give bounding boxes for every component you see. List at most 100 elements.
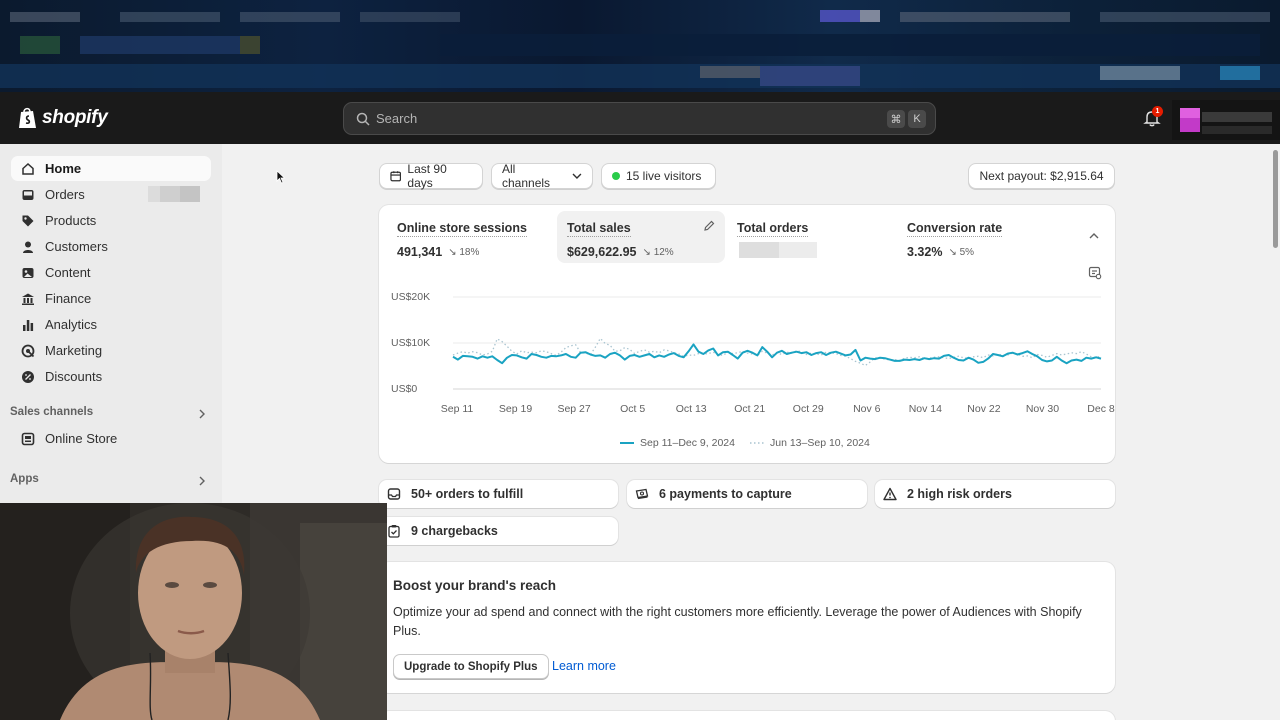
sidebar-item-label: Home <box>45 161 82 176</box>
legend-dotted-line-icon <box>750 442 764 444</box>
channels-dropdown[interactable]: All channels <box>491 162 593 190</box>
learn-more-link[interactable]: Learn more <box>552 659 616 673</box>
bank-icon <box>22 293 34 305</box>
next-payout-button[interactable]: Next payout: $2,915.64 <box>968 163 1115 189</box>
sidebar-item-label: Finance <box>45 291 92 306</box>
x-tick-label: Nov 30 <box>1025 403 1060 415</box>
legend-label: Sep 11–Dec 9, 2024 <box>640 437 735 449</box>
clipboard-check-icon <box>388 525 400 538</box>
promo-card: Boost your brand's reach Optimize your a… <box>379 562 1115 693</box>
sidebar-item-customers[interactable]: Customers <box>11 234 211 259</box>
payments-to-capture-button[interactable]: 6 payments to capture <box>627 480 867 508</box>
legend-previous[interactable]: Jun 13–Sep 10, 2024 <box>750 437 870 449</box>
sidebar-item-home[interactable]: Home <box>11 156 211 181</box>
analytics-card: Online store sessions 491,341 ↘ 18% Tota… <box>379 205 1115 463</box>
k-key: K <box>908 110 926 128</box>
live-visitors-label: 15 live visitors <box>626 169 702 183</box>
sidebar-item-label: Customers <box>45 239 108 254</box>
person-icon <box>23 241 33 253</box>
webcam-overlay <box>0 503 387 720</box>
x-tick-label: Sep 27 <box>557 403 591 415</box>
sales-channels-heading[interactable]: Sales channels <box>10 406 93 418</box>
inbox-icon <box>387 488 401 500</box>
home-icon <box>22 162 34 175</box>
series-line-current <box>452 343 1102 365</box>
x-tick-label: Nov 22 <box>967 403 1001 415</box>
search-icon <box>356 112 370 126</box>
sidebar-item-analytics[interactable]: Analytics <box>11 312 211 337</box>
webcam-person-image <box>0 503 387 720</box>
x-tick-label: Sep 19 <box>498 403 533 415</box>
live-visitors-button[interactable]: 15 live visitors <box>601 163 716 189</box>
live-indicator-dot <box>612 172 620 180</box>
task-label: 50+ orders to fulfill <box>411 487 524 501</box>
sidebar-item-label: Orders <box>45 187 85 202</box>
x-tick-label: Oct 5 <box>620 403 646 415</box>
calendar-icon <box>390 171 402 182</box>
orders-count-badge <box>148 186 200 202</box>
task-label: 9 chargebacks <box>411 524 498 538</box>
legend-label: Jun 13–Sep 10, 2024 <box>770 437 870 449</box>
discount-icon <box>22 370 34 383</box>
chevron-down-icon <box>572 173 582 179</box>
warning-triangle-icon <box>883 487 897 501</box>
shopify-bag-icon <box>19 107 36 128</box>
sidebar-item-marketing[interactable]: Marketing <box>11 338 211 363</box>
notification-badge: 1 <box>1152 106 1163 117</box>
legend-current[interactable]: Sep 11–Dec 9, 2024 <box>620 437 735 449</box>
task-label: 6 payments to capture <box>659 487 792 501</box>
chargebacks-button[interactable]: 9 chargebacks <box>379 517 618 545</box>
mouse-cursor-icon <box>276 170 286 184</box>
promo-title: Boost your brand's reach <box>393 578 556 593</box>
cash-icon <box>635 488 649 500</box>
sidebar-item-label: Products <box>45 213 97 228</box>
scrollbar-thumb[interactable] <box>1273 150 1278 248</box>
next-payout-label: Next payout: $2,915.64 <box>979 169 1104 183</box>
sidebar-item-label: Content <box>45 265 91 280</box>
x-tick-label: Dec 8 <box>1087 403 1115 415</box>
date-range-button[interactable]: Last 90 days <box>379 162 483 190</box>
sidebar-item-online-store[interactable]: Online Store <box>11 426 211 451</box>
task-label: 2 high risk orders <box>907 487 1012 501</box>
x-tick-label: Oct 21 <box>734 403 766 415</box>
search-placeholder: Search <box>376 111 418 126</box>
target-icon <box>21 344 35 357</box>
promo-body: Optimize your ad spend and connect with … <box>393 605 1082 638</box>
content-icon <box>22 267 34 278</box>
command-key: ⌘ <box>887 110 905 128</box>
sidebar-item-label: Online Store <box>45 431 118 446</box>
next-card <box>379 711 1115 720</box>
x-tick-label: Nov 14 <box>908 403 942 415</box>
shopify-logo[interactable]: shopify <box>18 106 108 130</box>
store-icon <box>21 432 35 445</box>
tag-icon <box>22 215 34 226</box>
chevron-right-icon[interactable] <box>198 409 206 419</box>
legend-solid-line-icon <box>620 442 634 444</box>
chevron-right-icon[interactable] <box>198 476 206 486</box>
upgrade-button[interactable]: Upgrade to Shopify Plus <box>393 654 549 679</box>
bar-chart-icon <box>23 319 34 331</box>
sidebar-item-label: Marketing <box>45 343 103 358</box>
sidebar-item-label: Analytics <box>45 317 98 332</box>
sidebar-item-discounts[interactable]: Discounts <box>11 364 211 389</box>
sidebar-item-label: Discounts <box>45 369 103 384</box>
top-bar: shopify Search ⌘ K 1 <box>0 92 1280 144</box>
x-tick-label: Oct 13 <box>675 403 707 415</box>
sidebar-item-content[interactable]: Content <box>11 260 211 285</box>
date-range-label: Last 90 days <box>407 162 447 190</box>
x-tick-label: Oct 29 <box>792 403 824 415</box>
apps-heading[interactable]: Apps <box>10 473 39 485</box>
app-name: shopify <box>42 107 108 128</box>
search-input[interactable]: Search ⌘ K <box>343 102 936 135</box>
inbox-icon <box>22 189 34 200</box>
sidebar-item-finance[interactable]: Finance <box>11 286 211 311</box>
store-avatar[interactable] <box>1172 100 1280 140</box>
desktop-background <box>0 0 1280 92</box>
x-tick-label: Nov 6 <box>853 403 881 415</box>
x-tick-label: Sep 11 <box>440 403 474 415</box>
sales-line-chart <box>452 296 1102 390</box>
sidebar-item-products[interactable]: Products <box>11 208 211 233</box>
channels-label: All channels <box>502 162 551 190</box>
high-risk-orders-button[interactable]: 2 high risk orders <box>875 480 1115 508</box>
orders-to-fulfill-button[interactable]: 50+ orders to fulfill <box>379 480 618 508</box>
